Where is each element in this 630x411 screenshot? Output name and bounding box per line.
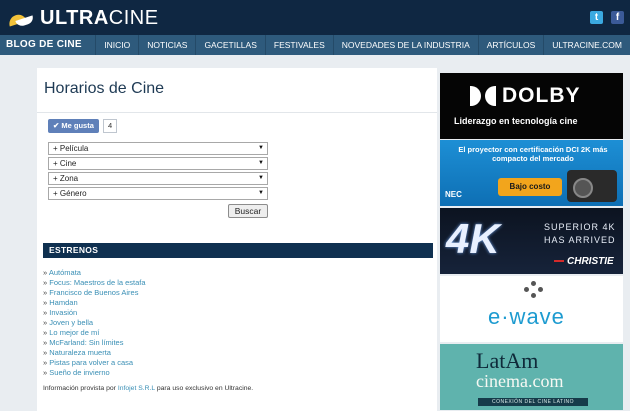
nav-item-gacetillas[interactable]: GACETILLAS [195, 35, 264, 55]
latam-logo-line-2: cinema.com [476, 371, 564, 391]
movie-link[interactable]: Pistas para volver a casa [49, 358, 133, 367]
list-item[interactable]: » Lo mejor de mí [43, 328, 146, 338]
nec-headline: El proyector con certificación DCI 2K má… [458, 145, 608, 163]
ewave-ad-banner[interactable]: e·wave [440, 276, 623, 342]
nav-item-noticias[interactable]: NOTICIAS [138, 35, 195, 55]
nav-item-novedades[interactable]: NOVEDADES DE LA INDUSTRIA [332, 35, 478, 55]
nav-items: INICIO NOTICIAS GACETILLAS FESTIVALES NO… [95, 35, 630, 55]
list-item[interactable]: » Hamdan [43, 298, 146, 308]
twitter-icon[interactable]: t [590, 11, 603, 24]
latam-tagline: CONEXIÓN DEL CINE LATINO [478, 398, 588, 406]
dolby-brand: DOLBY [502, 84, 581, 107]
filter-zona-select[interactable]: + Zona ▼ [48, 172, 268, 185]
filter-pelicula-select[interactable]: + Película ▼ [48, 142, 268, 155]
blog-label[interactable]: BLOG DE CINE [6, 39, 82, 50]
bullet-icon: » [43, 358, 48, 367]
list-item[interactable]: » Naturaleza muerta [43, 348, 146, 358]
bullet-icon: » [43, 268, 48, 277]
nec-ad-banner[interactable]: El proyector con certificación DCI 2K má… [440, 140, 623, 206]
bullet-icon: » [43, 338, 48, 347]
filter-genero-select[interactable]: + Género ▼ [48, 187, 268, 200]
bullet-icon: » [43, 348, 48, 357]
movie-link[interactable]: Lo mejor de mí [49, 328, 99, 337]
bullet-icon: » [43, 318, 48, 327]
movie-link[interactable]: Autómata [49, 268, 81, 277]
page-title: Horarios de Cine [44, 80, 165, 97]
movie-link[interactable]: Focus: Maestros de la estafa [49, 278, 145, 287]
bullet-icon: » [43, 278, 48, 287]
4k-graphic: 4K [446, 215, 500, 262]
bullet-icon: » [43, 328, 48, 337]
infojet-link[interactable]: Infojet S.R.L [118, 385, 155, 392]
movie-link[interactable]: McFarland: Sin límites [49, 338, 123, 347]
list-item[interactable]: » Joven y bella [43, 318, 146, 328]
list-item[interactable]: » Autómata [43, 268, 146, 278]
nav-item-festivales[interactable]: FESTIVALES [264, 35, 333, 55]
list-item[interactable]: » Sueño de invierno [43, 368, 146, 378]
logo-text: ULTRACINE [40, 7, 159, 29]
christie-line-1: SUPERIOR 4K [544, 222, 616, 232]
check-icon: ✔ [53, 121, 60, 130]
chevron-down-icon: ▼ [258, 175, 264, 181]
filter-cine-select[interactable]: + Cine ▼ [48, 157, 268, 170]
info-text: para uso exclusivo en Ultracine. [154, 385, 254, 392]
logo-mark-icon [7, 10, 38, 28]
ewave-dots-icon [522, 281, 546, 303]
movie-link[interactable]: Invasión [49, 308, 77, 317]
title-divider [37, 112, 437, 113]
chevron-down-icon: ▼ [258, 160, 264, 166]
list-item[interactable]: » Invasión [43, 308, 146, 318]
search-button[interactable]: Buscar [228, 204, 268, 218]
christie-4k-ad-banner[interactable]: 4K SUPERIOR 4K HAS ARRIVED CHRISTIE [440, 208, 623, 274]
list-item[interactable]: » McFarland: Sin límites [43, 338, 146, 348]
ewave-logo: e·wave [488, 304, 565, 329]
nec-cta-button[interactable]: Bajo costo [498, 178, 562, 196]
dolby-ad-banner[interactable]: DOLBY Liderazgo en tecnología cine [440, 73, 623, 139]
dolby-tagline: Liderazgo en tecnología cine [454, 116, 578, 126]
filter-label: + Cine [53, 159, 77, 168]
info-text: Información provista por [43, 385, 118, 392]
filter-label: + Película [53, 144, 89, 153]
estrenos-header: ESTRENOS [43, 243, 433, 258]
dolby-double-d-icon [470, 86, 496, 106]
filter-label: + Género [53, 189, 87, 198]
movie-link[interactable]: Francisco de Buenos Aires [49, 288, 138, 297]
bullet-icon: » [43, 368, 48, 377]
list-item[interactable]: » Focus: Maestros de la estafa [43, 278, 146, 288]
movie-link[interactable]: Joven y bella [49, 318, 93, 327]
social-links: t f [590, 11, 624, 24]
list-item[interactable]: » Francisco de Buenos Aires [43, 288, 146, 298]
movie-link[interactable]: Hamdan [49, 298, 77, 307]
like-count: 4 [103, 119, 118, 133]
bullet-icon: » [43, 288, 48, 297]
movie-link[interactable]: Naturaleza muerta [49, 348, 111, 357]
nav-item-articulos[interactable]: ARTÍCULOS [477, 35, 544, 55]
like-label: Me gusta [61, 121, 94, 130]
filter-label: + Zona [53, 174, 79, 183]
christie-line-2: HAS ARRIVED [544, 235, 616, 245]
latamcinema-ad-banner[interactable]: LatAm cinema.com CONEXIÓN DEL CINE LATIN… [440, 344, 623, 410]
like-button[interactable]: ✔ Me gusta [48, 119, 99, 133]
main-nav: BLOG DE CINE INICIO NOTICIAS GACETILLAS … [0, 35, 630, 55]
facebook-icon[interactable]: f [611, 11, 624, 24]
ultracine-logo[interactable]: ULTRACINE [7, 7, 159, 30]
projector-icon [567, 170, 617, 202]
bullet-icon: » [43, 298, 48, 307]
list-item[interactable]: » Pistas para volver a casa [43, 358, 146, 368]
movie-link[interactable]: Sueño de invierno [49, 368, 109, 377]
dolby-logo: DOLBY [470, 84, 581, 108]
bullet-icon: » [43, 308, 48, 317]
main-content: Horarios de Cine ✔ Me gusta 4 + Película… [37, 68, 437, 411]
estrenos-list: » Autómata » Focus: Maestros de la estaf… [43, 268, 146, 378]
nav-item-inicio[interactable]: INICIO [95, 35, 138, 55]
chevron-down-icon: ▼ [258, 190, 264, 196]
nec-logo: NEC [445, 190, 462, 199]
nav-item-ultracine[interactable]: ULTRACINE.COM [543, 35, 630, 55]
chevron-down-icon: ▼ [258, 145, 264, 151]
christie-logo: CHRISTIE [554, 256, 614, 267]
data-provider-note: Información provista por Infojet S.R.L p… [43, 385, 253, 392]
site-header: ULTRACINE t f [0, 0, 630, 35]
